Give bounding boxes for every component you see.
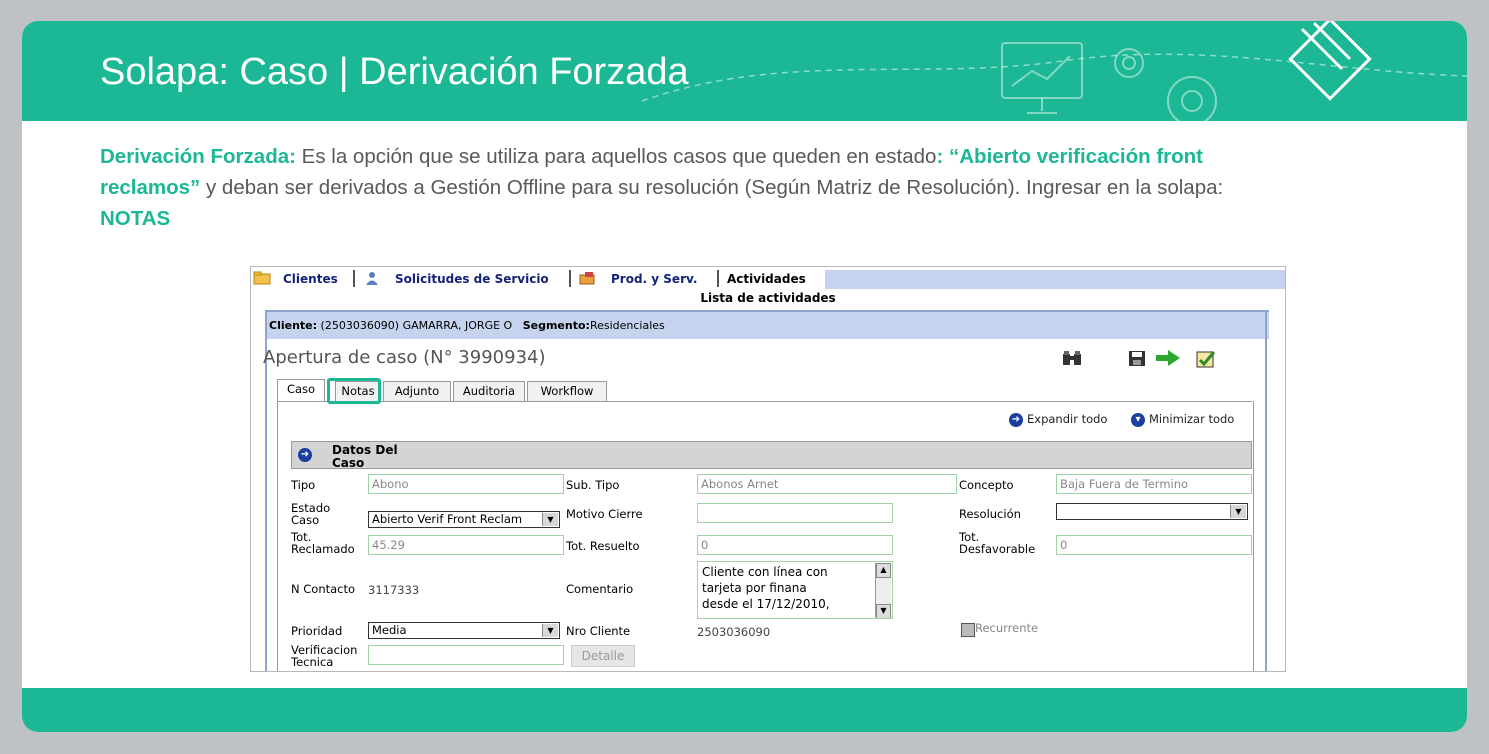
concepto-field[interactable]: Baja Fuera de Termino bbox=[1056, 474, 1252, 494]
section-title-line-2: Caso bbox=[332, 456, 365, 470]
resolucion-select[interactable]: ▼ bbox=[1056, 503, 1248, 520]
save-icon[interactable] bbox=[1127, 349, 1147, 367]
tab-auditoria[interactable]: Auditoria bbox=[453, 381, 525, 401]
top-nav: Clientes Solicitudes de Servicio Prod. y… bbox=[251, 267, 1285, 289]
chevron-down-icon: ▼ bbox=[542, 624, 558, 637]
scroll-up-icon[interactable]: ▲ bbox=[876, 563, 891, 578]
top-nav-filler bbox=[825, 270, 1285, 289]
case-title: Apertura de caso (N° 3990934) bbox=[263, 347, 546, 368]
estado-label: Estado Caso bbox=[291, 502, 330, 526]
user-icon bbox=[366, 272, 378, 285]
tot-resuelto-label: Tot. Resuelto bbox=[566, 539, 640, 553]
detalle-button[interactable]: Detalle bbox=[571, 645, 635, 667]
tab-solicitudes[interactable]: Solicitudes de Servicio bbox=[395, 270, 549, 289]
client-label: Cliente: bbox=[269, 319, 318, 332]
recurrente-label: Recurrente bbox=[975, 621, 1039, 635]
minimize-all-label: Minimizar todo bbox=[1149, 412, 1235, 426]
expand-all-label: Expandir todo bbox=[1027, 412, 1108, 426]
verif-tecnica-label: Verificacion Tecnica bbox=[291, 644, 357, 668]
client-value: (2503036090) GAMARRA, JORGE O bbox=[320, 319, 513, 332]
chevron-down-icon: ▼ bbox=[1230, 505, 1246, 518]
section-header[interactable]: ➜ Datos Del Caso bbox=[291, 441, 1252, 470]
tot-reclamado-field[interactable]: 45.29 bbox=[368, 535, 564, 555]
tab-separator bbox=[353, 270, 355, 287]
list-title: Lista de actividades bbox=[700, 291, 836, 305]
tot-reclamado-label-2: Reclamado bbox=[291, 542, 355, 556]
products-icon bbox=[579, 272, 595, 285]
tab-actividades[interactable]: Actividades bbox=[727, 270, 806, 289]
tab-workflow[interactable]: Workflow bbox=[527, 381, 607, 401]
chevron-down-icon: ▼ bbox=[542, 513, 558, 526]
tipo-field[interactable]: Abono bbox=[368, 474, 564, 494]
tot-desfavorable-field[interactable]: 0 bbox=[1056, 535, 1252, 555]
minimize-all-button[interactable]: ▾ Minimizar todo bbox=[1131, 412, 1234, 427]
segment-value: Residenciales bbox=[589, 319, 665, 332]
subtipo-field[interactable]: Abonos Arnet bbox=[697, 474, 957, 494]
estado-value: Abierto Verif Front Reclam bbox=[372, 512, 523, 526]
intro-tab: NOTAS bbox=[100, 207, 171, 230]
monitor-chart-icon bbox=[1001, 42, 1083, 114]
comentario-textarea[interactable]: Cliente con línea con tarjeta por finana… bbox=[697, 561, 893, 619]
checklist-icon[interactable] bbox=[1195, 349, 1217, 369]
tipo-label: Tipo bbox=[291, 478, 316, 492]
comentario-scrollbar[interactable]: ▲ ▼ bbox=[875, 563, 891, 618]
comentario-line: tarjeta por finana bbox=[702, 581, 807, 595]
expand-icon: ➜ bbox=[1009, 412, 1023, 427]
notas-highlight-box bbox=[327, 378, 381, 404]
nrocliente-label: Nro Cliente bbox=[566, 624, 631, 638]
frame-right bbox=[1265, 310, 1267, 671]
recurrente-checkbox[interactable] bbox=[961, 623, 975, 637]
estado-label-2: Caso bbox=[291, 513, 320, 527]
slide-footer bbox=[22, 688, 1467, 732]
section-title-line-1: Datos Del bbox=[332, 443, 398, 457]
estado-select[interactable]: Abierto Verif Front Reclam ▼ bbox=[368, 511, 560, 528]
scroll-down-icon[interactable]: ▼ bbox=[876, 604, 891, 618]
ncontacto-value: 3117333 bbox=[368, 583, 420, 597]
comentario-label: Comentario bbox=[566, 582, 634, 596]
tab-separator bbox=[569, 270, 571, 287]
expand-all-button[interactable]: ➜ Expandir todo bbox=[1009, 412, 1107, 427]
subtipo-label: Sub. Tipo bbox=[566, 478, 620, 492]
comentario-line: Cliente con línea con bbox=[702, 565, 828, 579]
tab-adjunto[interactable]: Adjunto bbox=[383, 381, 451, 401]
folder-icon bbox=[253, 271, 271, 285]
prioridad-label: Prioridad bbox=[291, 624, 343, 638]
motivo-field[interactable] bbox=[697, 503, 893, 523]
tab-prod-serv[interactable]: Prod. y Serv. bbox=[611, 270, 697, 289]
tot-desfavorable-label-2: Desfavorable bbox=[959, 542, 1036, 556]
prioridad-select[interactable]: Media ▼ bbox=[368, 622, 560, 639]
gear-icon bbox=[1114, 48, 1217, 121]
tab-caso[interactable]: Caso bbox=[277, 379, 325, 401]
resolucion-label: Resolución bbox=[959, 507, 1021, 521]
ncontacto-label: N Contacto bbox=[291, 582, 356, 596]
binoculars-icon[interactable] bbox=[1061, 349, 1083, 367]
verif-tecnica-label-2: Tecnica bbox=[291, 655, 334, 669]
section-title: Datos Del Caso bbox=[332, 444, 398, 470]
nrocliente-value: 2503036090 bbox=[697, 625, 771, 639]
app-screenshot: Clientes Solicitudes de Servicio Prod. y… bbox=[250, 266, 1286, 672]
minimize-icon: ▾ bbox=[1131, 412, 1145, 427]
comentario-line: desde el 17/12/2010, bbox=[702, 597, 830, 611]
tot-resuelto-field[interactable]: 0 bbox=[697, 535, 893, 555]
intro-term: Derivación Forzada: bbox=[100, 145, 296, 168]
verif-tecnica-field[interactable] bbox=[368, 645, 564, 665]
segment-label: Segmento: bbox=[522, 319, 590, 332]
intro-text-2: y deban ser derivados a Gestión Offline … bbox=[200, 176, 1224, 199]
motivo-label: Motivo Cierre bbox=[566, 507, 643, 521]
section-toggle-icon[interactable]: ➜ bbox=[298, 448, 312, 462]
concepto-label: Concepto bbox=[959, 478, 1014, 492]
client-bar: Cliente: (2503036090) GAMARRA, JORGE O S… bbox=[265, 310, 1269, 339]
tab-separator bbox=[717, 270, 719, 287]
prioridad-value: Media bbox=[372, 623, 407, 637]
intro-text-1: Es la opción que se utiliza para aquello… bbox=[295, 145, 937, 168]
slide: Solapa: Caso | Derivación Forzada Deriva… bbox=[22, 21, 1467, 732]
slide-header: Solapa: Caso | Derivación Forzada bbox=[22, 21, 1467, 121]
tot-reclamado-label: Tot. Reclamado bbox=[291, 531, 355, 555]
forward-arrow-icon[interactable] bbox=[1155, 349, 1181, 367]
pencil-diamond-icon bbox=[1288, 21, 1372, 101]
slide-title: Solapa: Caso | Derivación Forzada bbox=[100, 51, 689, 93]
tab-clientes[interactable]: Clientes bbox=[283, 270, 338, 289]
intro-paragraph: Derivación Forzada: Es la opción que se … bbox=[100, 141, 1260, 234]
tot-desfavorable-label: Tot. Desfavorable bbox=[959, 531, 1035, 555]
